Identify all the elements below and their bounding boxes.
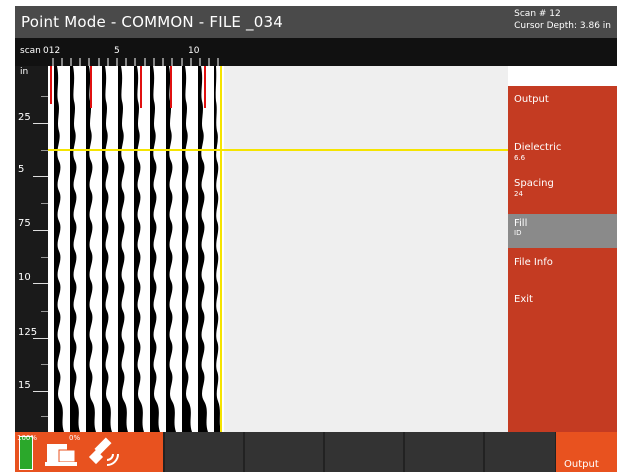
depth-minor-tick (41, 203, 48, 204)
menu-item-label: Exit (514, 294, 533, 305)
menu-item-label: Spacing (514, 178, 554, 189)
menu-fill[interactable]: Fill ID (508, 214, 617, 248)
radar-traces (48, 66, 224, 432)
depth-label: 75 (18, 218, 31, 229)
side-menu-panel: Output Dielectric 6.6 Spacing 24 Fill ID… (508, 86, 617, 432)
output-button[interactable]: Output (556, 432, 617, 472)
depth-ruler: in 25 5 75 10 125 15 (15, 66, 48, 432)
cursor-depth-line[interactable] (48, 149, 508, 151)
depth-label: 5 (18, 164, 25, 175)
depth-label: 25 (18, 112, 31, 123)
scan-axis-label: scan (20, 46, 41, 56)
menu-output-label: Output (514, 94, 549, 105)
depth-tick (33, 230, 48, 231)
menu-item-value: ID (514, 229, 522, 237)
toolbar-control-1[interactable] (165, 432, 243, 472)
depth-minor-tick (41, 96, 48, 97)
depth-minor-tick (41, 364, 48, 365)
battery-percent: 100% (17, 434, 38, 442)
menu-item-value: 24 (514, 190, 523, 198)
depth-minor-tick (41, 150, 48, 151)
scan-tick-label: 10 (188, 46, 200, 56)
menu-item-value: 6.6 (514, 154, 526, 162)
depth-unit: in (20, 67, 29, 77)
toolbar-control-4[interactable] (405, 432, 483, 472)
radar-scan-view[interactable] (48, 66, 508, 432)
status-indicators: 100% 0% (15, 432, 163, 472)
cursor-scan-line[interactable] (220, 66, 222, 432)
scan-tick-bar (15, 58, 617, 66)
depth-minor-tick (41, 311, 48, 312)
scanner-percent: 0% (69, 434, 81, 442)
title-bar: Point Mode - COMMON - FILE _034 Scan # 1… (15, 6, 617, 38)
depth-minor-tick (41, 257, 48, 258)
menu-file-info[interactable]: File Info (508, 252, 617, 278)
window-title: Point Mode - COMMON - FILE _034 (21, 13, 283, 31)
toolbar-control-5[interactable] (485, 432, 555, 472)
depth-minor-tick (41, 416, 48, 417)
depth-label: 10 (18, 272, 31, 283)
scan-tick-label: 5 (114, 46, 120, 56)
depth-tick (33, 391, 48, 392)
side-menu: Output Dielectric 6.6 Spacing 24 Fill ID… (508, 66, 617, 432)
menu-output[interactable]: Output (508, 90, 617, 112)
menu-item-label: Fill (514, 218, 528, 229)
depth-tick (33, 176, 48, 177)
depth-label: 15 (18, 380, 31, 391)
toolbar-control-2[interactable] (245, 432, 323, 472)
scan-info: Scan # 12 Cursor Depth: 3.86 in (514, 8, 611, 32)
output-button-label: Output (564, 459, 599, 470)
menu-item-label: Dielectric (514, 142, 562, 153)
scan-number: Scan # 12 (514, 9, 561, 19)
depth-tick (33, 283, 48, 284)
menu-item-label: File Info (514, 257, 553, 268)
satellite-icon (88, 437, 119, 466)
status-bar: 100% 0% Output (15, 432, 617, 472)
scan-tick-label: 012 (43, 46, 61, 56)
depth-tick (33, 338, 48, 339)
depth-tick (33, 123, 48, 124)
menu-exit[interactable]: Exit (508, 289, 617, 315)
depth-label: 125 (18, 327, 38, 338)
menu-spacing[interactable]: Spacing 24 (508, 178, 617, 208)
cursor-depth: Cursor Depth: 3.86 in (514, 21, 611, 31)
menu-dielectric[interactable]: Dielectric 6.6 (508, 142, 617, 172)
toolbar-control-3[interactable] (325, 432, 403, 472)
